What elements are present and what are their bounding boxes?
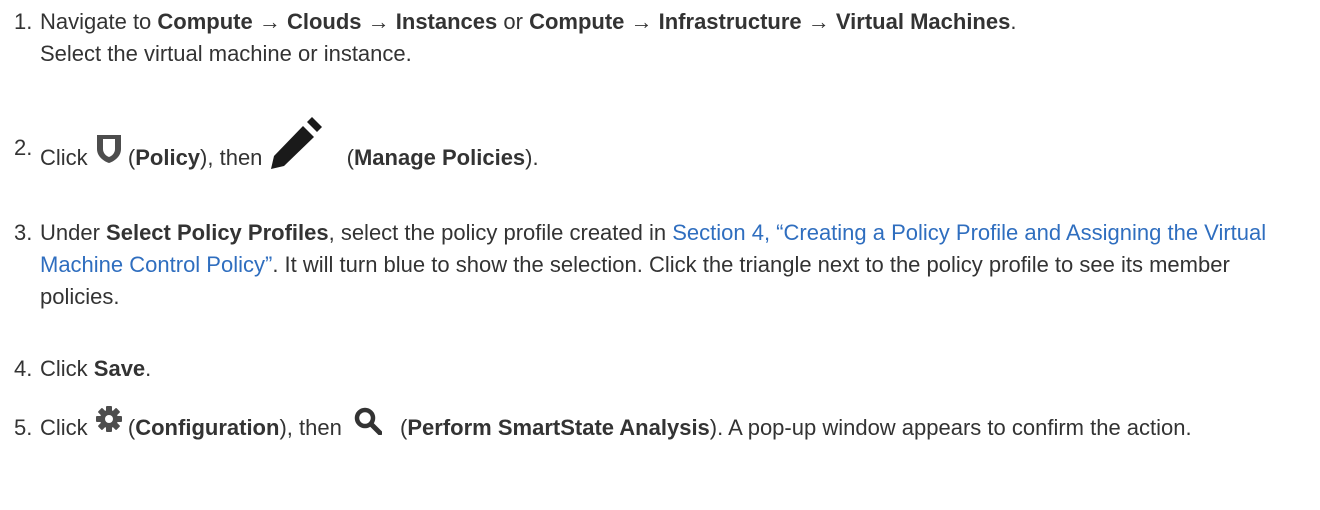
step-text-fragment: , select the policy profile created in [328, 220, 673, 245]
arrow-separator: → [252, 9, 287, 34]
arrow-separator: → [624, 9, 659, 34]
procedure-steps: 1. Navigate to Compute → Clouds → Instan… [0, 0, 1320, 510]
step-text-fragment: ). [525, 144, 539, 170]
step-text: Under Select Policy Profiles, select the… [40, 217, 1314, 313]
section-name-select-policy-profiles: Select Policy Profiles [106, 220, 329, 245]
step-number: 2. [14, 135, 33, 160]
step-text-fragment: . [1010, 9, 1017, 34]
button-name-policy: Policy [135, 144, 201, 170]
step-text-fragment: Click [40, 415, 94, 440]
step-text-fragment: Click [40, 144, 94, 170]
step-text: Click Save. [40, 353, 1314, 385]
step-text-fragment: ( [393, 415, 408, 440]
step-text: Click (Configuration), then (Perform Sma… [40, 406, 1314, 444]
step-text-fragment: Navigate to [40, 9, 158, 34]
step-1: 1. Navigate to Compute → Clouds → Instan… [14, 6, 1314, 70]
arrow-separator: → [801, 9, 836, 34]
menu-virtual-machines: Virtual Machines [835, 9, 1011, 34]
step-text-line2: Select the virtual machine or instance. [40, 41, 412, 66]
button-name-save: Save [93, 356, 146, 381]
step-text-fragment: . [145, 356, 152, 381]
step-text: Click (Policy), then (Manage Policies). [40, 117, 1314, 186]
menu-compute: Compute [529, 9, 625, 34]
step-2: 2. Click (Policy), then (Manage Policies… [14, 117, 1314, 186]
step-number: 3. [14, 220, 33, 245]
step-text-fragment: ), then [200, 144, 269, 170]
step-text-fragment: Under [40, 220, 107, 245]
step-3: 3. Under Select Policy Profiles, select … [14, 217, 1314, 313]
step-text-fragment: or [497, 9, 530, 34]
step-number: 4. [14, 356, 33, 381]
step-text-fragment: ), then [279, 415, 348, 440]
arrow-separator: → [361, 9, 396, 34]
step-text-fragment: ( [121, 144, 136, 170]
step-text-fragment: Click [40, 356, 94, 381]
step-text-fragment: ( [121, 415, 136, 440]
step-number: 1. [14, 9, 33, 34]
menu-infrastructure: Infrastructure [658, 9, 802, 34]
step-text: Navigate to Compute → Clouds → Instances… [40, 6, 1314, 70]
menu-compute: Compute [157, 9, 253, 34]
step-text-fragment: ( [340, 144, 354, 170]
step-5: 5. Click (Configuration), then (Perform … [14, 406, 1314, 444]
magnifier-icon [354, 407, 382, 436]
pencil-icon [267, 116, 323, 170]
menu-instances: Instances [395, 9, 498, 34]
gear-icon [95, 406, 122, 433]
step-4: 4. Click Save. [14, 353, 1314, 385]
button-name-perform-smartstate-analysis: Perform SmartState Analysis [407, 415, 710, 440]
button-name-manage-policies: Manage Policies [353, 144, 526, 170]
shield-icon [96, 134, 122, 164]
menu-clouds: Clouds [286, 9, 362, 34]
button-name-configuration: Configuration [135, 415, 280, 440]
step-text-fragment: ). A pop-up window appears to confirm th… [709, 415, 1192, 440]
step-number: 5. [14, 415, 33, 440]
